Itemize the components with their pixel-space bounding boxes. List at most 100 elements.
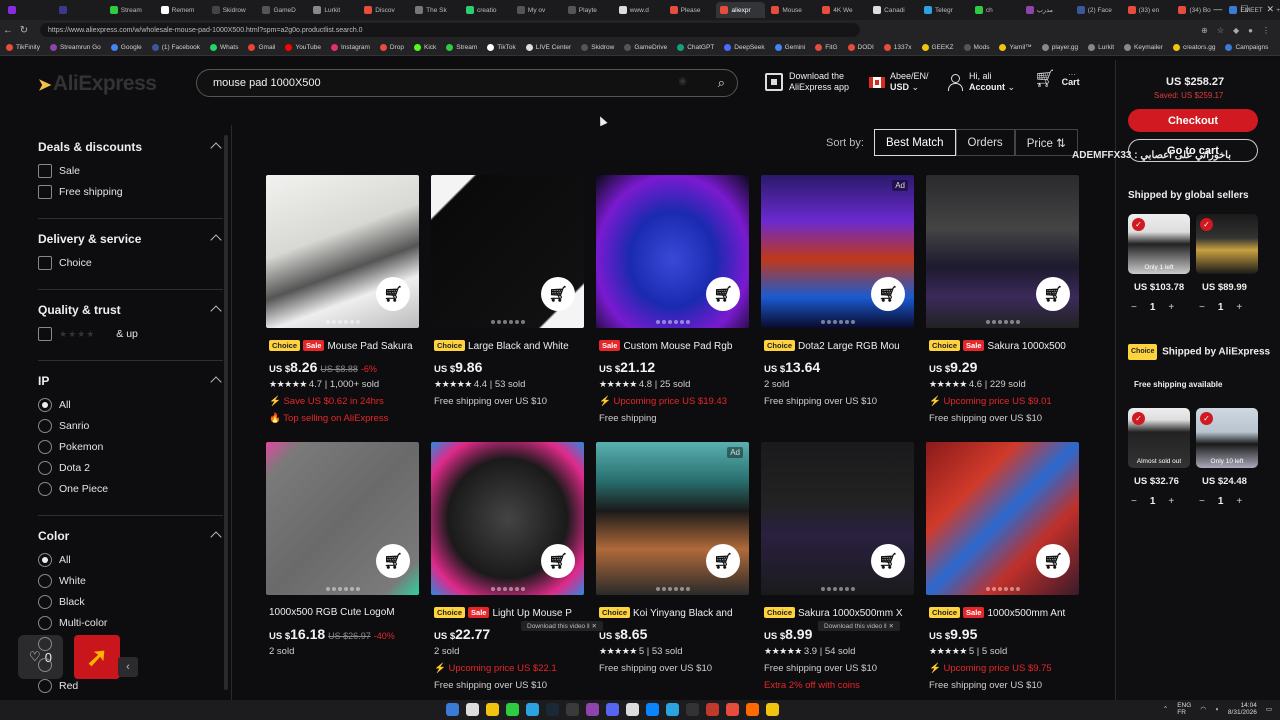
- cart-link[interactable]: 🛒︎ Cart ···: [1034, 70, 1080, 87]
- cart-item-image[interactable]: ✓: [1196, 214, 1258, 274]
- cart-item-image[interactable]: ✓ Only 10 left: [1196, 408, 1258, 468]
- product-card[interactable]: 🛒︎ 1000x500 RGB Cute LogoM US $16.18 US $26…: [266, 442, 419, 659]
- browser-tab[interactable]: My ov: [513, 2, 562, 18]
- checkbox[interactable]: [38, 327, 52, 341]
- filter-option[interactable]: Pokemon: [38, 440, 103, 454]
- minus-icon[interactable]: −: [1131, 496, 1137, 507]
- bookmark-item[interactable]: TikTok: [487, 44, 516, 51]
- add-to-cart-icon[interactable]: 🛒︎: [541, 544, 575, 578]
- new-tab-icon[interactable]: +: [1276, 7, 1280, 14]
- taskbar-app-icon[interactable]: [746, 703, 759, 716]
- bookmark-item[interactable]: player.gg: [1041, 44, 1078, 51]
- bookmark-item[interactable]: FitG: [815, 44, 838, 51]
- checkbox[interactable]: [38, 256, 52, 270]
- sort-option[interactable]: Price ⇅: [1014, 129, 1078, 156]
- product-title[interactable]: Choice Sale Mouse Pad Sakura: [266, 340, 419, 353]
- radio-button[interactable]: [38, 658, 52, 672]
- radio-button[interactable]: [38, 637, 52, 651]
- product-image[interactable]: 🛒︎: [266, 175, 419, 328]
- bookmark-item[interactable]: Mods: [963, 44, 989, 51]
- download-video-overlay[interactable]: Download this video ‖ ✕: [818, 621, 900, 631]
- taskbar-app-icon[interactable]: [546, 703, 559, 716]
- quantity-stepper[interactable]: − 1 +: [1131, 302, 1174, 313]
- language-indicator[interactable]: ENG FR: [1177, 702, 1191, 716]
- taskbar-app-icon[interactable]: [626, 703, 639, 716]
- filter-option[interactable]: White: [38, 574, 86, 588]
- product-title[interactable]: Choice Dota2 Large RGB Mou: [761, 340, 914, 353]
- menu-icon[interactable]: ⋮: [1262, 26, 1270, 35]
- browser-tab[interactable]: Skidrow: [208, 2, 257, 18]
- checkmark-icon[interactable]: ✓: [1132, 412, 1145, 425]
- browser-tab[interactable]: Lurkit: [309, 2, 358, 18]
- filter-option[interactable]: [38, 637, 52, 651]
- browser-tab[interactable]: Remem: [157, 2, 206, 18]
- bookmark-item[interactable]: Stream: [446, 44, 477, 51]
- add-to-cart-icon[interactable]: 🛒︎: [871, 277, 905, 311]
- filter-option[interactable]: Choice: [38, 256, 92, 270]
- locale-selector[interactable]: Abee/EN/USD ⌄: [869, 71, 929, 93]
- bookmark-item[interactable]: 1337x: [883, 44, 912, 51]
- download-video-overlay[interactable]: Download this video ‖ ✕: [521, 621, 603, 631]
- filter-option[interactable]: Black: [38, 595, 85, 609]
- camera-icon[interactable]: ◉: [678, 76, 687, 87]
- bookmark-item[interactable]: Campaigns: [1225, 44, 1268, 51]
- bookmark-item[interactable]: Drop: [379, 44, 404, 51]
- product-title[interactable]: Choice Sale 1000x500mm Ant: [926, 607, 1079, 620]
- browser-tab[interactable]: [55, 2, 104, 18]
- browser-tab[interactable]: ch: [971, 2, 1020, 18]
- add-to-cart-icon[interactable]: 🛒︎: [706, 544, 740, 578]
- browser-tab[interactable]: creatio: [462, 2, 511, 18]
- browser-tab[interactable]: 4K We: [818, 2, 867, 18]
- bookmark-item[interactable]: TikFinity: [6, 44, 40, 51]
- filter-option[interactable]: Sale: [38, 164, 80, 178]
- bookmark-item[interactable]: GameDrive: [624, 44, 667, 51]
- quantity-stepper[interactable]: − 1 +: [1199, 302, 1242, 313]
- bookmark-item[interactable]: ChatGPT: [677, 44, 714, 51]
- bookmark-item[interactable]: Keymailer: [1124, 44, 1163, 51]
- filter-option[interactable]: Red: [38, 679, 78, 693]
- filter-option[interactable]: All: [38, 553, 71, 567]
- browser-tab[interactable]: (33) en: [1124, 2, 1173, 18]
- filter-heading[interactable]: Color: [38, 529, 69, 543]
- filter-option[interactable]: One Piece: [38, 482, 108, 496]
- checkmark-icon[interactable]: ✓: [1132, 218, 1145, 231]
- filter-heading[interactable]: Deals & discounts: [38, 140, 142, 154]
- product-card[interactable]: 🛒︎ Choice Large Black and White US $9.86 ★★★…: [431, 175, 584, 409]
- taskbar-app-icon[interactable]: [646, 703, 659, 716]
- taskbar-app-icon[interactable]: [686, 703, 699, 716]
- filter-option[interactable]: ★★★★ & up: [38, 327, 138, 341]
- product-card[interactable]: 🛒︎ Choice Sale 1000x500mm Ant US $9.95 ★★★★★ 5…: [926, 442, 1079, 693]
- minus-icon[interactable]: −: [1131, 302, 1137, 313]
- product-card[interactable]: 🛒︎ Choice Sale Sakura 1000x500 US $9.29 ★★★★★…: [926, 175, 1079, 426]
- bookmark-item[interactable]: DODI: [847, 44, 874, 51]
- radio-button[interactable]: [38, 574, 52, 588]
- taskbar-app-icon[interactable]: [666, 703, 679, 716]
- product-image[interactable]: 🛒︎: [431, 175, 584, 328]
- add-to-cart-icon[interactable]: 🛒︎: [541, 277, 575, 311]
- bookmark-item[interactable]: (1) Facebook: [151, 44, 200, 51]
- product-title[interactable]: Choice Koi Yinyang Black and: [596, 607, 749, 620]
- search-input[interactable]: mouse pad 1000X500 ◉ ⌕: [196, 69, 738, 97]
- browser-tab[interactable]: aliexpr: [716, 2, 766, 18]
- taskbar-app-icon[interactable]: [586, 703, 599, 716]
- browser-tab[interactable]: Playte: [564, 2, 613, 18]
- bookmark-item[interactable]: Kick: [414, 44, 436, 51]
- radio-button[interactable]: [38, 440, 52, 454]
- filter-option[interactable]: [38, 658, 52, 672]
- radio-button[interactable]: [38, 398, 52, 412]
- checkmark-icon[interactable]: ✓: [1200, 218, 1213, 231]
- star-icon[interactable]: ☆: [1217, 26, 1224, 35]
- bookmark-item[interactable]: DeepSeek: [724, 44, 765, 51]
- add-to-cart-icon[interactable]: 🛒︎: [376, 544, 410, 578]
- notification-icon[interactable]: ▭: [1266, 706, 1272, 713]
- bookmark-item[interactable]: creators.gg: [1172, 44, 1215, 51]
- browser-tab[interactable]: Mouse: [767, 2, 816, 18]
- plus-icon[interactable]: +: [1236, 496, 1242, 507]
- filter-heading[interactable]: Quality & trust: [38, 303, 121, 317]
- product-title[interactable]: Choice Sakura 1000x500mm X: [761, 607, 914, 620]
- minus-icon[interactable]: −: [1199, 302, 1205, 313]
- plus-icon[interactable]: +: [1168, 496, 1174, 507]
- product-title[interactable]: Choice Large Black and White: [431, 340, 584, 353]
- product-card[interactable]: Ad 🛒︎ Choice Dota2 Large RGB Mou US $13.64 2 …: [761, 175, 914, 409]
- browser-tab[interactable]: GameD: [258, 2, 307, 18]
